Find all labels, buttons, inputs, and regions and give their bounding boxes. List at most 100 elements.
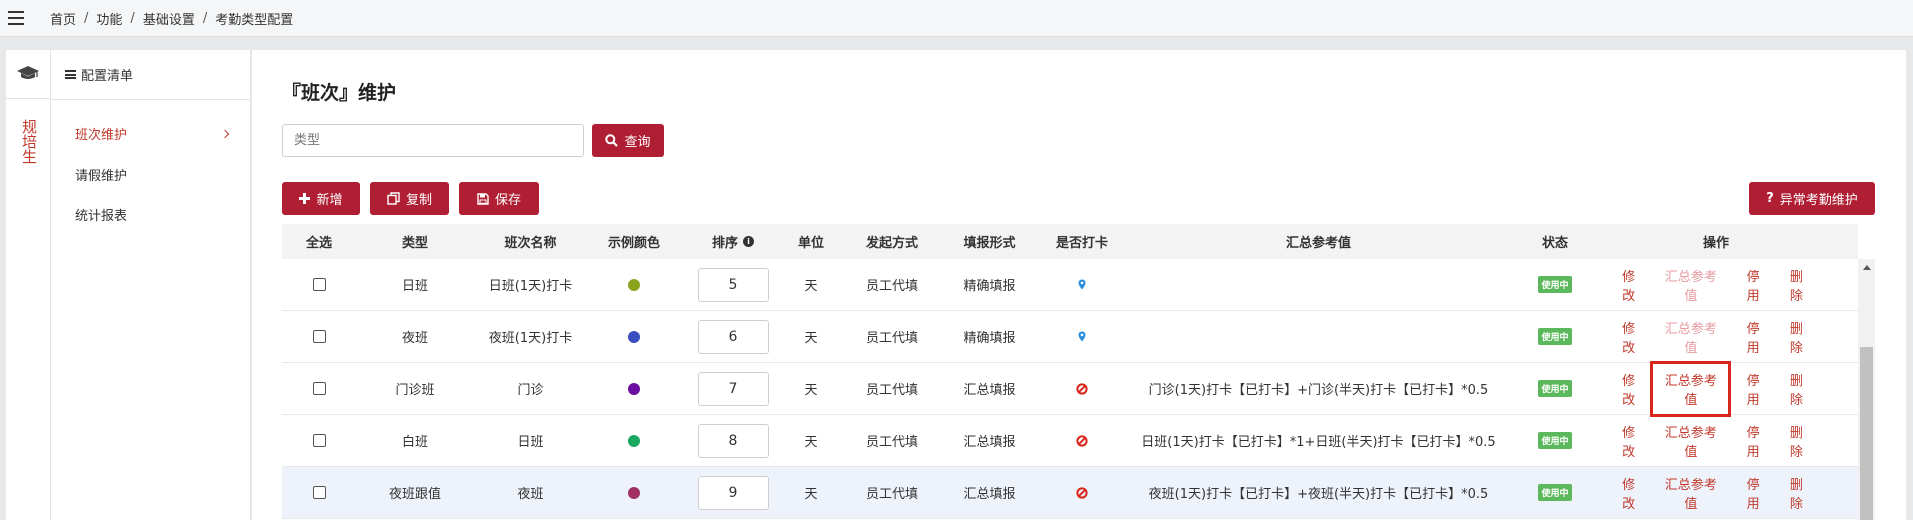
disable-link[interactable]: 停用 (1740, 370, 1765, 408)
edit-link[interactable]: 修改 (1616, 422, 1641, 460)
ops-cell: 修改 汇总参考值 停用 删除 (1605, 311, 1827, 362)
row-select-cell (282, 259, 356, 310)
color-cell (587, 363, 681, 414)
header-unit: 单位 (797, 236, 824, 251)
shift-name-cell: 夜班 (517, 487, 544, 502)
add-button[interactable]: 新增 (282, 182, 360, 215)
order-input[interactable] (697, 423, 769, 458)
summary-value-link[interactable]: 汇总参考值 (1659, 474, 1722, 512)
summary-value-link[interactable]: 汇总参考值 (1650, 360, 1732, 417)
delete-link[interactable]: 删除 (1784, 370, 1809, 408)
breadcrumb-separator: / (84, 10, 89, 26)
ops-cell: 修改 汇总参考值 停用 删除 (1605, 360, 1827, 417)
scrollbar-thumb[interactable] (1860, 347, 1873, 520)
summary-value-link[interactable]: 汇总参考值 (1659, 318, 1722, 356)
punch-cell (1032, 415, 1132, 466)
chevron-right-icon (220, 129, 230, 138)
breadcrumb-home[interactable]: 首页 (50, 9, 76, 28)
disable-link[interactable]: 停用 (1740, 318, 1765, 356)
table-row[interactable]: 白班 日班 天 员工代填 汇总填报 日班(1天)打卡【已打卡】*1+日班(半天)打卡【已打… (282, 415, 1858, 467)
form-cell: 汇总填报 (963, 383, 1016, 398)
copy-button[interactable]: 复制 (370, 182, 449, 215)
color-cell (587, 467, 681, 518)
scroll-up-icon[interactable] (1863, 265, 1871, 270)
header-select-all[interactable]: 全选 (282, 232, 356, 251)
menu-toggle-icon[interactable] (8, 11, 24, 25)
order-input[interactable] (697, 371, 769, 406)
module-label[interactable]: 规培生 (6, 108, 51, 174)
module-sidebar: 规培生 (6, 50, 51, 520)
shift-name-cell: 日班 (517, 435, 544, 450)
delete-link[interactable]: 删除 (1784, 266, 1809, 304)
unit-cell: 天 (804, 435, 818, 450)
table-row[interactable]: 日班 日班(1天)打卡 天 员工代填 精确填报 使用中 修改汇总参考值停用删除 (282, 259, 1858, 311)
question-icon: ? (1766, 191, 1774, 206)
list-icon (65, 70, 76, 79)
edit-link[interactable]: 修改 (1616, 370, 1641, 408)
punch-cell (1032, 467, 1132, 518)
floppy-icon (477, 192, 489, 205)
prohibited-icon (1076, 434, 1088, 447)
table-header: 全选 类型 班次名称 示例颜色 排序 i 单位 发起方式 填报形式 是否打卡 汇… (282, 224, 1858, 259)
row-checkbox[interactable] (312, 486, 326, 499)
order-cell (681, 363, 785, 414)
menu-item-label: 请假维护 (75, 169, 128, 184)
color-cell (587, 311, 681, 362)
breadcrumb-function[interactable]: 功能 (96, 9, 122, 28)
row-checkbox[interactable] (312, 330, 326, 343)
row-select-cell (282, 467, 356, 518)
edit-link[interactable]: 修改 (1616, 474, 1641, 512)
status-badge: 使用中 (1538, 484, 1572, 501)
breadcrumb-separator: / (130, 10, 135, 26)
delete-link[interactable]: 删除 (1784, 474, 1809, 512)
shift-table: 全选 类型 班次名称 示例颜色 排序 i 单位 发起方式 填报形式 是否打卡 汇… (282, 224, 1858, 519)
shift-name-cell: 日班(1天)打卡 (488, 279, 573, 294)
status-cell: 使用中 (1505, 259, 1605, 310)
order-input[interactable] (697, 267, 769, 302)
summary-value-link[interactable]: 汇总参考值 (1659, 266, 1722, 304)
header-order: 排序 i (681, 232, 785, 251)
summary-cell: 日班(1天)打卡【已打卡】*1+日班(半天)打卡【已打卡】*0.5 (1141, 435, 1496, 450)
unit-cell: 天 (804, 331, 818, 346)
disable-link[interactable]: 停用 (1740, 266, 1765, 304)
order-cell (681, 311, 785, 362)
punch-cell (1032, 259, 1132, 310)
breadcrumb: 首页 / 功能 / 基础设置 / 考勤类型配置 (50, 9, 293, 28)
delete-link[interactable]: 删除 (1784, 422, 1809, 460)
add-button-label: 新增 (316, 193, 343, 208)
ops-cell: 修改 汇总参考值 停用 删除 (1605, 415, 1827, 466)
ops-cell: 修改 汇总参考值 停用 删除 (1605, 467, 1827, 518)
order-input[interactable] (697, 319, 769, 354)
edit-link[interactable]: 修改 (1616, 266, 1641, 304)
vertical-scrollbar[interactable] (1858, 259, 1875, 520)
form-cell: 汇总填报 (963, 435, 1016, 450)
save-button[interactable]: 保存 (459, 182, 539, 215)
table-row[interactable]: 夜班 夜班(1天)打卡 天 员工代填 精确填报 使用中 修改汇总参考值停用删除 (282, 311, 1858, 363)
row-checkbox[interactable] (312, 382, 326, 395)
summary-value-link[interactable]: 汇总参考值 (1659, 422, 1722, 460)
order-input[interactable] (697, 475, 769, 510)
unit-cell: 天 (804, 383, 818, 398)
order-cell (681, 467, 785, 518)
table-row[interactable]: 夜班跟值 夜班 天 员工代填 汇总填报 夜班(1天)打卡【已打卡】+夜班(半天)打卡【已打… (282, 467, 1858, 519)
query-button[interactable]: 查询 (592, 124, 664, 157)
disable-link[interactable]: 停用 (1740, 422, 1765, 460)
table-row[interactable]: 门诊班 门诊 天 员工代填 汇总填报 门诊(1天)打卡【已打卡】+门诊(半天)打卡【已打卡… (282, 360, 1858, 417)
row-checkbox[interactable] (312, 434, 326, 447)
header-punch: 是否打卡 (1055, 236, 1108, 251)
header-type: 类型 (401, 236, 428, 251)
info-icon[interactable]: i (743, 236, 754, 247)
form-cell: 汇总填报 (963, 487, 1016, 502)
header-order-label: 排序 (711, 236, 738, 251)
search-input[interactable] (282, 124, 584, 157)
config-menu-header: 配置清单 (51, 50, 250, 100)
breadcrumb-basic-settings[interactable]: 基础设置 (143, 9, 195, 28)
row-checkbox[interactable] (312, 278, 326, 291)
abnormal-attendance-button[interactable]: ? 异常考勤维护 (1749, 182, 1875, 215)
initiator-cell: 员工代填 (865, 279, 918, 294)
menu-item-report[interactable]: 统计报表 (51, 190, 250, 239)
summary-cell: 夜班(1天)打卡【已打卡】+夜班(半天)打卡【已打卡】*0.5 (1148, 487, 1489, 502)
delete-link[interactable]: 删除 (1784, 318, 1809, 356)
disable-link[interactable]: 停用 (1740, 474, 1765, 512)
edit-link[interactable]: 修改 (1616, 318, 1641, 356)
